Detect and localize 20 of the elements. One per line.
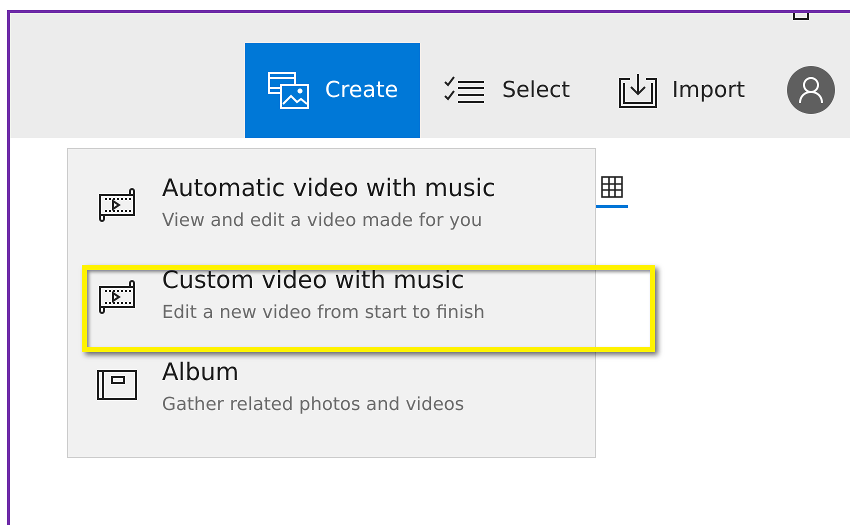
photo-video-icon [267, 70, 311, 110]
menu-item-title: Album [162, 357, 240, 387]
menu-item-description: Gather related photos and videos [162, 393, 464, 417]
account-avatar[interactable] [787, 66, 835, 114]
menu-item-title: Custom video with music [162, 265, 466, 295]
import-icon[interactable] [618, 72, 658, 108]
window-icon[interactable] [792, 13, 812, 21]
grid-icon [600, 175, 624, 199]
menu-item-description: View and edit a video made for you [162, 209, 484, 233]
menu-item[interactable]: Album Gather related photos and videos [68, 357, 595, 449]
select-button[interactable]: Select [420, 43, 594, 138]
menu-item[interactable]: Automatic video with music View and edit a video made for you [68, 173, 595, 265]
menu-item-description: Edit a new video from start to finish [162, 301, 485, 325]
album-icon [96, 369, 138, 403]
menu-item-title: Automatic video with music [162, 173, 496, 203]
create-button[interactable]: Create [245, 43, 420, 138]
film-icon [96, 277, 138, 317]
import-button[interactable]: Import [594, 43, 769, 138]
menu-item[interactable]: Custom video with music Edit a new video from start to finish [68, 265, 595, 357]
film-icon [96, 185, 138, 225]
